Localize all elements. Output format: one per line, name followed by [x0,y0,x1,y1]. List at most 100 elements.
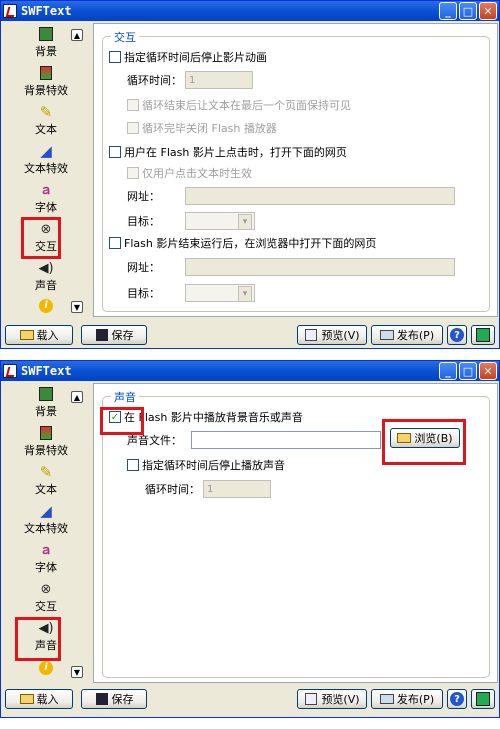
save-icon [95,329,109,341]
save-button-label: 保存 [111,693,134,706]
title-bar[interactable]: SWFText _ □ ✕ [1,1,499,21]
sidebar-item-label: 背景 [35,45,57,58]
preview-icon [304,693,318,705]
publish-button[interactable]: 发布(P) [371,325,443,345]
close-button[interactable]: ✕ [479,2,497,20]
sidebar-item-text-effect[interactable]: ◢ 文本特效 [3,500,89,539]
text-effect-icon: ◢ [40,141,52,160]
sidebar-item-background-effect[interactable]: 背景特效 [3,62,89,101]
load-button-label: 载入 [36,329,59,342]
sidebar-scroll-up-button[interactable]: ▲ [71,29,83,41]
sidebar-item-label: 字体 [35,201,57,214]
info-icon: i [38,660,54,676]
only-text-checkbox[interactable] [127,167,139,179]
preview-icon [304,329,318,341]
preview-button[interactable]: 预览(V) [297,325,367,345]
sidebar-item-font[interactable]: ａ 字体 [3,179,89,218]
publish-button[interactable]: 发布(P) [371,689,443,709]
loop-time-label: 循环时间： [127,74,182,87]
stop-loop-label: 指定循环时间后停止影片动画 [124,51,267,64]
sidebar-item-background-effect[interactable]: 背景特效 [3,422,89,461]
target-label: 目标： [127,215,160,228]
sidebar-item-label: 文本特效 [24,522,68,535]
help-button[interactable]: ? [447,689,467,709]
help-icon: ? [450,692,464,706]
stop-loop-checkbox-row[interactable]: 指定循环时间后停止影片动画 [109,49,267,65]
minimize-button[interactable]: _ [439,2,457,20]
open-folder-icon [19,693,34,705]
info-icon: i [38,298,54,314]
background-effect-icon [38,65,54,81]
close-player-label: 循环完毕关闭 Flash 播放器 [142,122,277,135]
sidebar-item-label: 交互 [35,600,57,613]
loop-time-input[interactable]: 1 [185,71,253,89]
load-button-label: 载入 [36,693,59,706]
app-icon [3,4,17,18]
load-button[interactable]: 载入 [5,325,73,345]
sidebar-item-text-effect[interactable]: ◢ 文本特效 [3,140,89,179]
url2-input[interactable] [185,258,455,276]
stop-loop-checkbox[interactable] [109,51,121,63]
only-text-label: 仅用户点击文本时生效 [142,167,252,180]
text-effect-icon: ◢ [40,501,52,520]
exit-button[interactable] [471,325,495,345]
app-icon [3,364,17,378]
highlight-interact-item [21,217,61,259]
sidebar-scroll-up-button[interactable]: ▲ [71,391,83,403]
save-button[interactable]: 保存 [81,325,147,345]
sidebar-item-sound[interactable]: ◀) 声音 [3,257,89,296]
sidebar-item-label: 声音 [35,279,57,292]
interact-icon: ⊗ [40,581,52,597]
sound-file-input[interactable] [191,431,381,449]
sidebar-item-interact[interactable]: ⊗ 交互 [3,578,89,617]
sidebar-item-text[interactable]: ✎ 文本 [3,101,89,140]
highlight-sound-item [15,617,61,661]
text-icon: ✎ [39,462,53,481]
sidebar-item-text[interactable]: ✎ 文本 [3,461,89,500]
url-input[interactable] [185,187,455,205]
preview-button-label: 预览(V) [321,329,360,342]
swftext-window-sound: SWFText _ □ ✕ 背景 背景特效 ✎ 文本 ◢ 文本特效 ａ 字体 ⊗ [0,360,500,718]
highlight-browse-button [382,419,466,465]
load-button[interactable]: 载入 [5,689,73,709]
save-button[interactable]: 保存 [81,689,147,709]
publish-icon [379,329,394,341]
close-player-checkbox[interactable] [127,122,139,134]
sidebar-scroll-down-button[interactable]: ▼ [71,301,83,313]
background-icon [38,26,54,42]
save-icon [95,693,109,705]
close-button[interactable]: ✕ [479,362,497,380]
highlight-play-checkbox [100,407,144,435]
sidebar-item-font[interactable]: ａ 字体 [3,539,89,578]
background-icon [38,386,54,402]
url-label: 网址： [127,190,160,203]
preview-button[interactable]: 预览(V) [297,689,367,709]
sidebar-item-label: 文本 [35,123,57,136]
end-open-checkbox[interactable] [109,237,121,249]
sidebar-scroll-down-button[interactable]: ▼ [71,666,83,678]
settings-panel: 交互 指定循环时间后停止影片动画 循环时间： 1 循环结束后让文本在最后一个页面… [93,23,498,317]
title-bar[interactable]: SWFText _ □ ✕ [1,361,499,381]
target-select[interactable] [185,212,255,230]
font-icon: ａ [39,542,53,558]
click-open-checkbox[interactable] [109,146,121,158]
sidebar-item-label: 文本特效 [24,162,68,175]
url2-label: 网址： [127,261,160,274]
publish-button-label: 发布(P) [396,693,435,706]
sidebar-item-label: 文本 [35,483,57,496]
help-button[interactable]: ? [447,325,467,345]
maximize-button[interactable]: □ [459,2,477,20]
maximize-button[interactable]: □ [459,362,477,380]
loop-time-input[interactable]: 1 [203,480,271,498]
minimize-button[interactable]: _ [439,362,457,380]
target2-select[interactable] [185,284,255,302]
exit-button[interactable] [471,689,495,709]
exit-icon [476,328,490,342]
keep-visible-checkbox[interactable] [127,99,139,111]
text-icon: ✎ [39,102,53,121]
exit-icon [476,692,490,706]
stop-sound-checkbox[interactable] [127,459,139,471]
sidebar: 背景 背景特效 ✎ 文本 ◢ 文本特效 ａ 字体 ⊗ 交互 ◀) 声音 i [3,23,89,319]
group-title: 交互 [111,29,139,45]
publish-icon [379,693,394,705]
